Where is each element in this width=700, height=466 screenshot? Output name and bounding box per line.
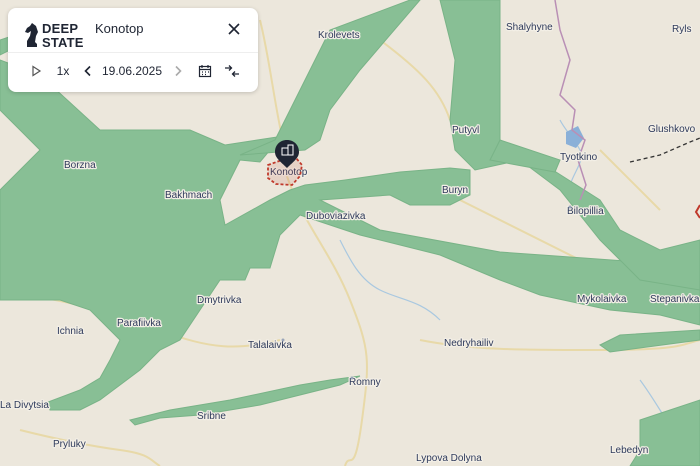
place-bilopillia[interactable]: Bilopillia <box>566 205 606 219</box>
place-buryn[interactable]: Buryn <box>441 184 470 198</box>
place-krolevets[interactable]: Krolevets <box>317 29 361 43</box>
deepstate-logo[interactable]: DEEP STATE <box>24 22 94 52</box>
place-mykolaivka[interactable]: Mykolaivka <box>576 293 628 307</box>
date-display[interactable]: 19.06.2025 <box>102 58 162 84</box>
calendar-button[interactable] <box>196 58 214 84</box>
place-shalyhyne[interactable]: Shalyhyne <box>505 21 555 35</box>
logo-line-2: STATE <box>42 35 84 50</box>
place-dubovіazivka[interactable]: Dubovіazivka <box>305 210 367 224</box>
close-icon <box>228 23 240 35</box>
compare-button[interactable] <box>222 58 242 84</box>
place-tyotkino[interactable]: Tyotkino <box>559 151 599 165</box>
place-lebedyn[interactable]: Lebedyn <box>609 444 650 458</box>
compare-arrows-icon <box>225 65 239 77</box>
knight-icon <box>25 23 38 47</box>
logo-line-1: DEEP <box>42 21 79 36</box>
place-parafiivka[interactable]: Parafiivka <box>116 317 163 331</box>
panel-divider <box>8 52 258 53</box>
place-nedryhailiv[interactable]: Nedryhailiv <box>443 337 495 351</box>
logo-text: DEEP STATE <box>42 22 84 50</box>
place-sribne[interactable]: Sribne <box>196 410 228 424</box>
place-putyvl[interactable]: Putyvl <box>451 124 481 138</box>
place-glushkovo[interactable]: Glushkovo <box>647 123 697 137</box>
place-bakhmach[interactable]: Bakhmach <box>164 189 214 203</box>
place-dmytrivka[interactable]: Dmytrivka <box>196 294 243 308</box>
place-talalaivka[interactable]: Talalaivka <box>247 339 294 353</box>
speed-label: 1x <box>56 64 70 78</box>
calendar-icon <box>198 65 212 78</box>
chevron-right-icon <box>175 65 182 77</box>
play-icon <box>32 65 42 77</box>
place-borzna[interactable]: Borzna <box>63 159 98 173</box>
panel-title: Konotop <box>95 21 144 36</box>
place-stepanivka[interactable]: Stepanivka <box>649 293 700 307</box>
next-date-button[interactable] <box>170 58 186 84</box>
play-button[interactable] <box>26 58 46 84</box>
speed-button[interactable]: 1x <box>52 58 74 84</box>
place-romny[interactable]: Romny <box>348 376 382 390</box>
place-pryluky[interactable]: Pryluky <box>52 438 87 452</box>
place-ichnia[interactable]: Ichnia <box>56 325 86 339</box>
place-lypova[interactable]: Lypova Dolyna <box>415 452 484 466</box>
info-panel: DEEP STATE Konotop 1x 19.06.2025 <box>8 8 258 92</box>
date-label: 19.06.2025 <box>101 64 163 78</box>
chevron-left-icon <box>84 65 91 77</box>
place-ryls[interactable]: Ryls <box>671 23 693 37</box>
prev-date-button[interactable] <box>80 58 96 84</box>
timeline-toolbar: 1x 19.06.2025 <box>8 58 258 84</box>
close-button[interactable] <box>224 19 244 39</box>
place-divytsia[interactable]: Lа Divytsia <box>0 399 51 413</box>
